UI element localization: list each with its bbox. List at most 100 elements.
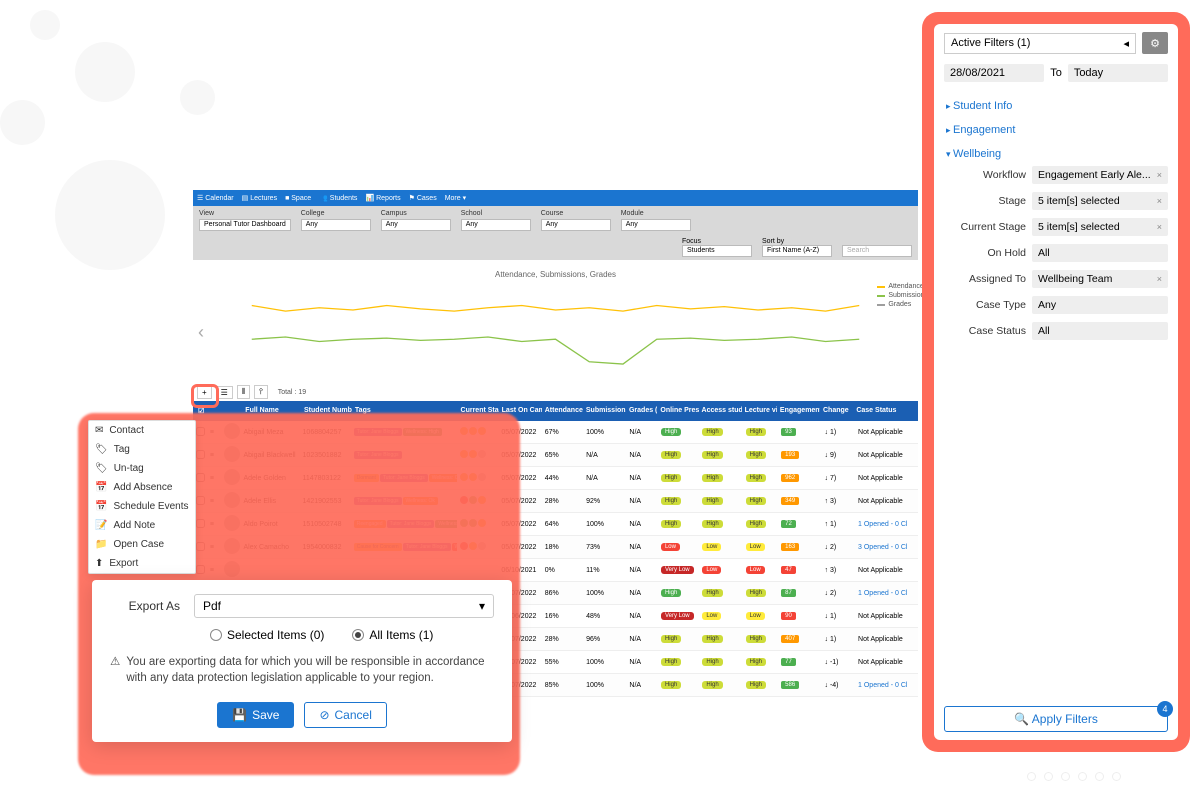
assigned-select[interactable]: Wellbeing Team×	[1032, 270, 1168, 288]
export-all-radio[interactable]: All Items (1)	[352, 628, 433, 642]
school-select[interactable]: Any	[461, 219, 531, 231]
cell-engagement: 962	[778, 472, 821, 484]
ctx-tag[interactable]: 🏷 Tag	[89, 440, 195, 459]
focus-select[interactable]: Students	[682, 245, 752, 257]
chart-prev-icon[interactable]: ‹	[198, 322, 204, 343]
cell-lecture-video: High	[743, 679, 778, 691]
focus-label: Focus	[682, 238, 701, 245]
casetype-label: Case Type	[944, 299, 1026, 311]
active-filters-dropdown[interactable]: Active Filters (1)◂	[944, 33, 1136, 54]
carousel-dots[interactable]	[1028, 773, 1120, 780]
section-student-info[interactable]: Student Info	[944, 94, 1168, 118]
cell-submissions: 11%	[583, 565, 626, 576]
casestatus-select[interactable]: All	[1032, 322, 1168, 340]
ctx-add-absence[interactable]: 📅 Add Absence	[89, 478, 195, 497]
section-wellbeing[interactable]: Wellbeing	[944, 142, 1168, 166]
filters-settings-button[interactable]: ⚙	[1142, 32, 1168, 54]
cell-grades: N/A	[626, 588, 658, 599]
cell-submissions: 100%	[583, 680, 626, 691]
cell-lecture-video: High	[743, 587, 778, 599]
search-input[interactable]: Search	[842, 245, 912, 257]
cell-lecture-video: High	[743, 495, 778, 507]
cell-online-presence: High	[658, 587, 699, 599]
chart-title: Attendance, Submissions, Grades	[213, 270, 898, 279]
onhold-label: On Hold	[944, 247, 1026, 259]
ctx-export[interactable]: ⬆ Export	[89, 554, 195, 573]
cell-access-study: High	[699, 495, 742, 507]
export-warning: ⚠ You are exporting data for which you w…	[110, 654, 494, 686]
campus-select[interactable]: Any	[381, 219, 451, 231]
nav-students[interactable]: 👥 Students	[319, 194, 357, 202]
cell-grades: N/A	[626, 542, 658, 553]
clear-icon[interactable]: ×	[1157, 222, 1162, 232]
cell-grades: N/A	[626, 496, 658, 507]
decor-circle	[180, 80, 215, 115]
clear-icon[interactable]: ×	[1157, 196, 1162, 206]
ctx-add-note[interactable]: 📝 Add Note	[89, 516, 195, 535]
ctx-schedule-events[interactable]: 📅 Schedule Events	[89, 497, 195, 516]
export-format-select[interactable]: Pdf ▾	[194, 594, 494, 618]
export-selected-radio[interactable]: Selected Items (0)	[210, 628, 324, 642]
current-stage-select[interactable]: 5 item[s] selected×	[1032, 218, 1168, 236]
date-to-input[interactable]: Today	[1068, 64, 1168, 82]
cell-lecture-video: High	[743, 518, 778, 530]
cell-access-study: Low	[699, 541, 742, 553]
cell-online-presence: High	[658, 518, 699, 530]
ctx-untag[interactable]: 🏷 Un-tag	[89, 459, 195, 478]
view-select[interactable]: Personal Tutor Dashboard	[199, 219, 291, 231]
cell-attendance: 18%	[542, 542, 583, 553]
cell-submissions: 48%	[583, 611, 626, 622]
cell-lecture-video: High	[743, 449, 778, 461]
ctx-contact[interactable]: ✉ Contact	[89, 421, 195, 440]
date-to-label: To	[1050, 67, 1062, 79]
workflow-select[interactable]: Engagement Early Ale...×	[1032, 166, 1168, 184]
chart-legend: Attendance Submissions Grades	[877, 283, 928, 310]
cell-change: ↓ 1)	[822, 634, 856, 645]
apply-filters-button[interactable]: 🔍 Apply Filters 4	[944, 706, 1168, 732]
cell-submissions: 92%	[583, 496, 626, 507]
casetype-select[interactable]: Any	[1032, 296, 1168, 314]
cell-change: ↓ 1)	[822, 427, 856, 438]
cell-access-study: Low	[699, 610, 742, 622]
chart-svg	[213, 283, 898, 373]
cell-grades: N/A	[626, 680, 658, 691]
chart-view-button[interactable]: ⫯	[254, 385, 267, 399]
cancel-button[interactable]: ⊘ Cancel	[304, 702, 386, 728]
nav-calendar[interactable]: ☰ Calendar	[197, 194, 234, 202]
cell-submissions: 100%	[583, 588, 626, 599]
column-view-button[interactable]: ⫴	[237, 385, 250, 399]
college-select[interactable]: Any	[301, 219, 371, 231]
ctx-open-case[interactable]: 📁 Open Case	[89, 535, 195, 554]
cell-case-status: Not Applicable	[855, 634, 918, 645]
save-button[interactable]: 💾 Save	[217, 702, 294, 728]
cell-online-presence: Low	[658, 541, 699, 553]
clear-icon[interactable]: ×	[1157, 170, 1162, 180]
nav-cases[interactable]: ⚑ Cases	[409, 194, 437, 202]
cell-grades: N/A	[626, 473, 658, 484]
nav-more[interactable]: More ▾	[445, 194, 466, 202]
decor-circle	[0, 100, 45, 145]
module-select[interactable]: Any	[621, 219, 691, 231]
section-engagement[interactable]: Engagement	[944, 118, 1168, 142]
cell-case-status: Not Applicable	[855, 450, 918, 461]
clear-icon[interactable]: ×	[1157, 274, 1162, 284]
nav-reports[interactable]: 📊 Reports	[365, 194, 400, 202]
cell-engagement: 407	[778, 633, 821, 645]
stage-select[interactable]: 5 item[s] selected×	[1032, 192, 1168, 210]
view-label: View	[199, 210, 291, 217]
cell-access-study: High	[699, 679, 742, 691]
chevron-left-icon: ◂	[1123, 37, 1129, 50]
campus-label: Campus	[381, 210, 451, 217]
date-from-input[interactable]: 28/08/2021	[944, 64, 1044, 82]
sort-select[interactable]: First Name (A-Z)	[762, 245, 832, 257]
course-select[interactable]: Any	[541, 219, 611, 231]
warning-icon: ⚠	[110, 654, 120, 686]
cell-access-study: High	[699, 426, 742, 438]
export-as-label: Export As	[110, 599, 180, 613]
top-nav: ☰ Calendar ▤ Lectures ■ Space 👥 Students…	[193, 190, 918, 206]
nav-space[interactable]: ■ Space	[285, 195, 311, 202]
onhold-select[interactable]: All	[1032, 244, 1168, 262]
filter-bar: ViewPersonal Tutor Dashboard CollegeAny …	[193, 206, 918, 235]
nav-lectures[interactable]: ▤ Lectures	[242, 194, 277, 202]
cell-online-presence: High	[658, 679, 699, 691]
